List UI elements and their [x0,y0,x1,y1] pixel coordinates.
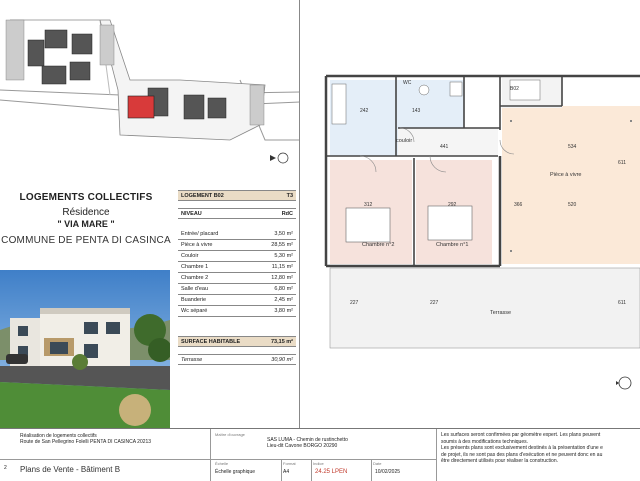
dim-label: 227 [350,300,359,306]
dim-label: 312 [364,202,373,208]
room-label: Buanderie [181,297,207,303]
title-block: LOGEMENTS COLLECTIFS Résidence " VIA MAR… [0,178,172,266]
format-value: A4 [283,469,290,475]
niveau-label: NIVEAU [181,211,202,217]
dim-label: 611 [618,160,626,166]
piece-a-vivre-label: Pièce à vivre [550,172,582,178]
terrasse-label-plan: Terrasse [490,310,512,316]
dim-label: 441 [440,144,449,150]
room-area: 3,50 m² [274,231,293,237]
plan-title: Plans de Vente - Bâtiment B [20,465,121,474]
room-area: 28,55 m² [271,242,293,248]
notes-cell: Les surfaces seront confirmées par géomè… [436,429,640,481]
dim-label: 227 [430,300,439,306]
indice-label: Indice [313,461,324,466]
dim-label: 292 [448,202,457,208]
surface-row: Pièce à vivre 28,55 m² [178,240,296,251]
project-title: LOGEMENTS COLLECTIFS [19,192,153,203]
project-cell: Réalisation de logements collectifs Rout… [0,429,210,481]
chambre-1-label: Chambre n°1 [436,242,469,248]
surface-row: Entrée/ placard 3,50 m² [178,229,296,240]
format-label: Format [283,461,296,466]
terrasse-label: Terrasse [181,357,203,363]
surface-row: Chambre 1 11,15 m² [178,262,296,273]
habitable-value: 73,15 m² [270,339,293,345]
maitre-line: Lieu-dit Cavone BORGO 20290 [267,443,338,449]
date-value: 10/02/2025 [375,469,401,475]
terrasse-value: 30,90 m² [271,357,293,363]
room-area: 6,80 m² [274,286,293,292]
dim-label: 611 [618,300,626,306]
surface-row: Chambre 2 12,80 m² [178,273,296,284]
project-line: Route de San Pellegrino Folelli PENTA DI… [20,439,152,445]
dim-label: 242 [360,108,369,114]
maitre-label: Maître d'ouvrage [215,432,245,437]
residence-name: " VIA MARE " [57,219,115,229]
habitable-row: SURFACE HABITABLE 73,15 m² [178,336,296,347]
b02-label: B02 [510,86,519,92]
building-render [0,270,170,428]
residence-label: Résidence [62,207,110,218]
room-label: Couloir [181,253,199,259]
room-label: Salle d'eau [181,286,209,292]
room-area: 5,30 m² [274,253,293,259]
logement-type: T3 [286,193,293,199]
dim-label: 534 [568,144,577,150]
room-label: Wc séparé [181,308,208,314]
echelle-label: Échelle [215,461,229,466]
cartouche: Réalisation de logements collectifs Rout… [0,428,640,481]
niveau-row: NIVEAU RdC [178,208,296,219]
surface-row: Salle d'eau 6,80 m² [178,284,296,295]
wc-label: WC [403,80,412,86]
room-label: Pièce à vivre [181,242,213,248]
surfaces-table: LOGEMENT B02 T3 NIVEAU RdC Entrée/ placa… [178,190,298,370]
chambre-2-label: Chambre n°2 [362,242,395,248]
room-area: 2,45 m² [274,297,293,303]
commune-label: COMMUNE DE PENTA DI CASINCA [1,235,171,246]
surface-row: Wc séparé 3,80 m² [178,306,296,317]
surface-row: Couloir 5,30 m² [178,251,296,262]
logement-header-row: LOGEMENT B02 T3 [178,190,296,201]
room-area: 11,15 m² [271,264,293,270]
room-label: Entrée/ placard [181,231,219,237]
dim-label: 520 [568,202,577,208]
room-label: Chambre 1 [181,264,209,270]
dim-label: 366 [514,202,523,208]
terrasse-row: Terrasse 30,90 m² [178,354,296,365]
maitre-cell: Maître d'ouvrage SAS LUMA - Chemin de ru… [210,429,437,481]
room-area: 12,80 m² [271,275,293,281]
dim-label: 143 [412,108,421,114]
couloir-label: couloir [396,138,413,144]
plan-number: 2 [4,465,7,471]
niveau-value: RdC [281,211,293,217]
note-line: être directement utilisés pour réaliser … [441,458,558,464]
room-label: Chambre 2 [181,275,209,281]
site-plan [0,0,301,170]
logement-label: LOGEMENT B02 [181,193,224,199]
echelle-value: Échelle graphique [215,469,256,475]
north-arrow-icon [616,374,634,397]
indice-value: 24.25 LPEN [315,469,348,475]
room-area: 3,80 m² [274,308,293,314]
floor-plan: WC couloir Pièce à vivre Chambre n°2 Cha… [300,60,640,360]
date-label: Date [373,461,382,466]
surface-row: Buanderie 2,45 m² [178,295,296,306]
habitable-label: SURFACE HABITABLE [181,339,241,345]
